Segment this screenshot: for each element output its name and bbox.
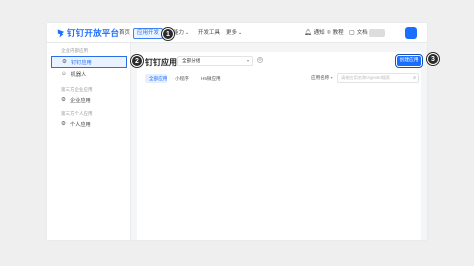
sidebar-group-title: 第三方个人应用 bbox=[61, 111, 93, 116]
chevron-down-icon: ⌄ bbox=[238, 30, 243, 36]
search-field-select[interactable]: 应用名称 ▾ bbox=[311, 75, 333, 81]
document-icon: ▢ bbox=[349, 30, 355, 36]
group-filter-value: 全部分组 bbox=[182, 58, 201, 63]
search-placeholder: 请按应用名称/AgentId搜索 bbox=[341, 75, 391, 80]
location-icon: ⌾ bbox=[327, 30, 331, 36]
sidebar-item-dingtalk-apps[interactable]: ⚙︎ 钉钉应用 bbox=[51, 56, 127, 68]
create-app-button[interactable]: 创建应用 bbox=[395, 54, 423, 68]
search-icon[interactable]: ⌕ bbox=[413, 74, 416, 82]
main-content: 钉钉应用 全部分组 ▾ ⚙︎ 创建应用 全部应用 小程序 H5微应用 应用名称 … bbox=[131, 43, 427, 240]
app-type-tabs: 全部应用 小程序 H5微应用 bbox=[145, 74, 223, 83]
app-icon: ⚙︎ bbox=[61, 97, 66, 103]
sidebar-item-personal-apps[interactable]: ⚙︎ 个人应用 bbox=[51, 118, 127, 130]
sidebar-item-robot[interactable]: ☺︎ 机器人 bbox=[51, 68, 127, 80]
app-icon: ⚙︎ bbox=[62, 59, 67, 65]
app-window: 钉钉开放平台 首页 应用开发 能力⌄ 开发工具 更多⌄ 🔔︎ 通知 ⌾ 教程 ▢… bbox=[47, 23, 427, 240]
nav-dev-tools[interactable]: 开发工具 bbox=[198, 23, 220, 43]
bell-icon: 🔔︎ bbox=[304, 30, 312, 36]
logo-text: 钉钉开放平台 bbox=[67, 28, 120, 38]
sidebar-item-enterprise-apps[interactable]: ⚙︎ 企业应用 bbox=[51, 94, 127, 106]
sidebar: 企业内部应用 ⚙︎ 钉钉应用 ☺︎ 机器人 第三方企业应用 ⚙︎ 企业应用 第三… bbox=[47, 43, 131, 240]
group-filter-select[interactable]: 全部分组 ▾ bbox=[177, 56, 253, 66]
sidebar-item-label: 企业应用 bbox=[69, 97, 91, 104]
user-name-pill[interactable] bbox=[369, 29, 385, 37]
chevron-down-icon: ▾ bbox=[246, 58, 249, 63]
callout-badge-1: 1 bbox=[162, 28, 174, 40]
sidebar-group-title: 第三方企业应用 bbox=[61, 87, 93, 92]
notifications-label: 通知 bbox=[313, 30, 325, 36]
sidebar-item-label: 钉钉应用 bbox=[70, 59, 92, 66]
chevron-down-icon: ⌄ bbox=[185, 30, 190, 36]
nav-app-dev[interactable]: 应用开发 bbox=[133, 28, 164, 39]
nav-more[interactable]: 更多⌄ bbox=[226, 23, 242, 43]
sidebar-item-label: 个人应用 bbox=[69, 121, 91, 128]
callout-badge-2: 2 bbox=[131, 55, 143, 67]
top-nav: 钉钉开放平台 首页 应用开发 能力⌄ 开发工具 更多⌄ 🔔︎ 通知 ⌾ 教程 ▢… bbox=[47, 23, 427, 43]
nav-capabilities-label: 能力 bbox=[173, 30, 185, 36]
search-field-label: 应用名称 bbox=[311, 75, 330, 80]
logo[interactable]: 钉钉开放平台 bbox=[57, 27, 119, 39]
sidebar-item-label: 机器人 bbox=[70, 71, 87, 78]
chevron-down-icon: ▾ bbox=[330, 75, 333, 80]
tab-all-apps[interactable]: 全部应用 bbox=[145, 74, 167, 83]
notifications-link[interactable]: 🔔︎ 通知 bbox=[304, 23, 325, 43]
dingtalk-logo-icon bbox=[57, 29, 65, 37]
nav-capabilities[interactable]: 能力⌄ bbox=[173, 23, 189, 43]
sidebar-group-title: 企业内部应用 bbox=[61, 48, 88, 53]
tab-h5-micro-app[interactable]: H5微应用 bbox=[197, 74, 223, 83]
page-title: 钉钉应用 bbox=[145, 58, 177, 67]
tutorials-label: 教程 bbox=[332, 30, 344, 36]
settings-icon[interactable]: ⚙︎ bbox=[257, 57, 263, 63]
search-input[interactable]: 请按应用名称/AgentId搜索 ⌕ bbox=[337, 73, 419, 83]
avatar[interactable] bbox=[405, 27, 417, 39]
robot-icon: ☺︎ bbox=[61, 71, 67, 77]
docs-label: 文档 bbox=[356, 30, 368, 36]
nav-more-label: 更多 bbox=[226, 30, 238, 36]
app-icon: ⚙︎ bbox=[61, 121, 66, 127]
tutorials-link[interactable]: ⌾ 教程 bbox=[327, 23, 344, 43]
docs-link[interactable]: ▢ 文档 bbox=[349, 23, 368, 43]
callout-badge-3: 3 bbox=[427, 53, 439, 65]
nav-home[interactable]: 首页 bbox=[119, 23, 130, 43]
apps-panel: 钉钉应用 全部分组 ▾ ⚙︎ 创建应用 全部应用 小程序 H5微应用 应用名称 … bbox=[137, 52, 423, 240]
tab-mini-program[interactable]: 小程序 bbox=[171, 74, 193, 83]
